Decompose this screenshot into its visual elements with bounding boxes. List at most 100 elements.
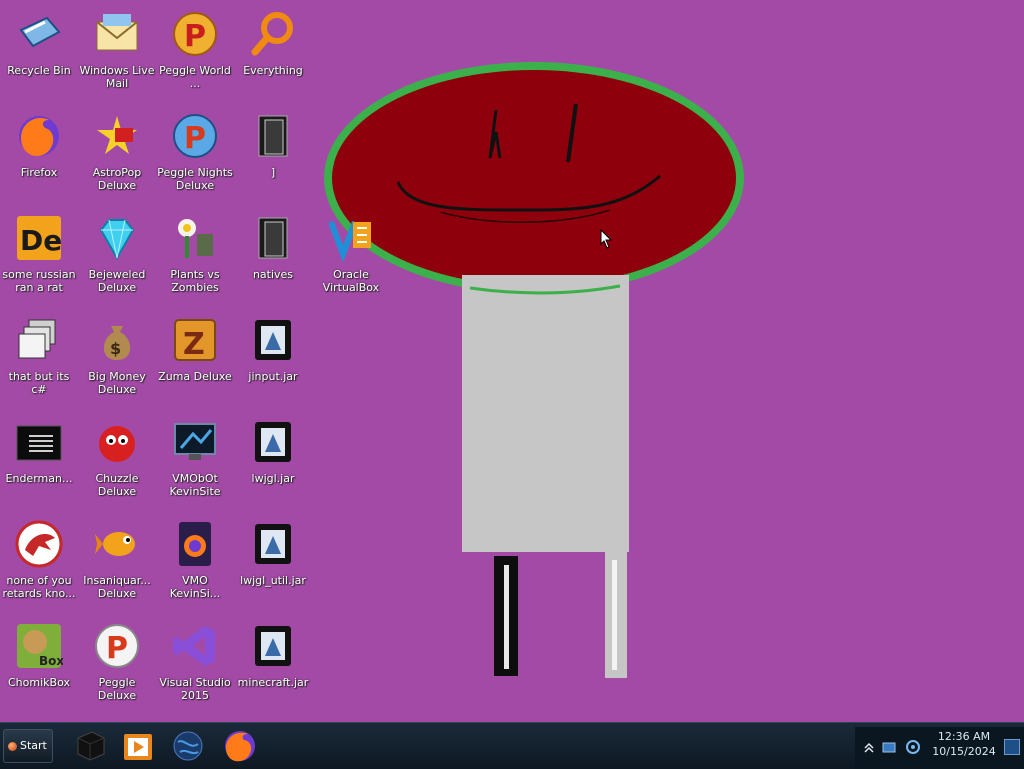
- network-icon[interactable]: [881, 739, 897, 755]
- desktop-icon-firefox[interactable]: Firefox: [0, 102, 78, 198]
- firefox-icon: [15, 112, 63, 160]
- icon-label: some russian ran a rat: [2, 268, 76, 294]
- taskbar-cube-app[interactable]: [72, 728, 108, 764]
- desktop-icon-plants-vs-zombies[interactable]: Plants vs Zombies: [156, 204, 234, 300]
- desktop-icon-recycle-bin[interactable]: Recycle Bin: [0, 0, 78, 96]
- desktop: Recycle Bin Firefox De some russian ran …: [0, 0, 1024, 722]
- astropop-icon: [93, 112, 141, 160]
- desktop-icon-natives[interactable]: natives: [234, 204, 312, 300]
- desktop-icon-minecraft-jar[interactable]: minecraft.jar: [234, 612, 312, 708]
- icon-label: Peggle World ...: [159, 64, 231, 90]
- icon-label: lwjgl_util.jar: [240, 574, 306, 587]
- icon-label: lwjgl.jar: [251, 472, 295, 485]
- fish-icon: [93, 520, 141, 568]
- peggle-icon: P: [93, 622, 141, 670]
- icon-label: Oracle VirtualBox: [322, 268, 380, 294]
- taskbar-media-player-app[interactable]: [120, 728, 156, 764]
- desktop-icon-chomikbox[interactable]: Box ChomikBox: [0, 612, 78, 708]
- peggle-nights-icon: P: [171, 112, 219, 160]
- icon-label: natives: [252, 268, 294, 281]
- svg-text:Box: Box: [39, 654, 63, 668]
- start-button[interactable]: Start: [3, 729, 53, 763]
- taskbar-globe-app[interactable]: [170, 728, 206, 764]
- icon-label: Firefox: [20, 166, 58, 179]
- icon-label: VMO KevinSi...: [169, 574, 221, 600]
- chevron-up-icon[interactable]: [861, 739, 877, 755]
- desktop-icon-vmobot-kevinsite[interactable]: VMObOt KevinSite: [156, 408, 234, 504]
- taskbar-clock[interactable]: 12:36 AM 10/15/2024: [924, 729, 1004, 759]
- chuzzle-icon: [93, 418, 141, 466]
- desktop-icon-zuma[interactable]: Z Zuma Deluxe: [156, 306, 234, 402]
- desktop-icon-bracket-folder[interactable]: ]: [234, 102, 312, 198]
- desktop-icon-windows-live-mail[interactable]: Windows Live Mail: [78, 0, 156, 96]
- start-orb-icon: [8, 741, 17, 751]
- desktop-icon-lwjgl-util-jar[interactable]: lwjgl_util.jar: [234, 510, 312, 606]
- taskbar-firefox-app[interactable]: [222, 728, 258, 764]
- windows-stack-icon: [15, 316, 63, 364]
- desktop-icon-peggle-deluxe[interactable]: P Peggle Deluxe: [78, 612, 156, 708]
- icon-label: AstroPop Deluxe: [92, 166, 142, 192]
- desktop-icon-everything[interactable]: Everything: [234, 0, 312, 96]
- jar-icon: [249, 622, 297, 670]
- desktop-icon-chuzzle[interactable]: Chuzzle Deluxe: [78, 408, 156, 504]
- media-player-icon: [124, 734, 152, 760]
- icon-label: ]: [270, 166, 276, 179]
- gem-icon: [93, 214, 141, 262]
- desktop-icon-russian-rat[interactable]: De some russian ran a rat: [0, 204, 78, 300]
- firefox-icon: [225, 731, 255, 762]
- icon-label: VMObOt KevinSite: [169, 472, 221, 498]
- firefox-file-icon: [171, 520, 219, 568]
- taskbar: Start 12:36 AM 10/15/2024: [0, 722, 1024, 769]
- svg-text:P: P: [106, 631, 128, 666]
- icon-label: Plants vs Zombies: [170, 268, 220, 294]
- chomikbox-icon: Box: [15, 622, 64, 670]
- plants-icon: [171, 214, 219, 262]
- desktop-icon-peggle-world[interactable]: P Peggle World ...: [156, 0, 234, 96]
- mouse-pointer: [600, 229, 613, 249]
- magnifier-icon: [249, 10, 297, 58]
- desktop-icon-vmo-kevinsite[interactable]: VMO KevinSi...: [156, 510, 234, 606]
- clock-time: 12:36 AM: [937, 730, 991, 743]
- update-icon[interactable]: [905, 739, 921, 755]
- icon-label: Bejeweled Deluxe: [88, 268, 146, 294]
- dragon-icon: [15, 520, 63, 568]
- jar-icon: [249, 418, 297, 466]
- desktop-icon-big-money[interactable]: $ Big Money Deluxe: [78, 306, 156, 402]
- desktop-icon-bejeweled[interactable]: Bejeweled Deluxe: [78, 204, 156, 300]
- icon-label: Peggle Nights Deluxe: [157, 166, 233, 192]
- svg-text:$: $: [110, 339, 121, 358]
- recycle-bin-icon: [15, 10, 63, 58]
- icon-label: Windows Live Mail: [79, 64, 155, 90]
- jar-icon: [249, 520, 297, 568]
- cube-icon: [77, 731, 105, 761]
- desktop-icon-oracle-virtualbox[interactable]: Oracle VirtualBox: [312, 204, 390, 300]
- desktop-icon-enderman[interactable]: Enderman...: [0, 408, 78, 504]
- clock-date: 10/15/2024: [932, 745, 996, 758]
- de-icon: De: [15, 214, 63, 262]
- icon-label: that but its c#: [8, 370, 70, 396]
- start-label: Start: [20, 739, 47, 752]
- terminal-icon: [15, 418, 63, 466]
- desktop-icon-astropop[interactable]: AstroPop Deluxe: [78, 102, 156, 198]
- svg-text:Z: Z: [183, 327, 205, 362]
- desktop-icon-insaniquarium[interactable]: Insaniquar... Deluxe: [78, 510, 156, 606]
- icon-label: jinput.jar: [248, 370, 298, 383]
- desktop-icon-visual-studio[interactable]: Visual Studio 2015: [156, 612, 234, 708]
- visual-studio-icon: [171, 622, 219, 670]
- desktop-icon-none-of-you[interactable]: none of you retards kno...: [0, 510, 78, 606]
- icon-label: Big Money Deluxe: [88, 370, 146, 396]
- svg-text:P: P: [184, 19, 206, 54]
- icon-label: Insaniquar... Deluxe: [83, 574, 151, 600]
- folder-icon: [249, 214, 297, 262]
- icon-label: minecraft.jar: [237, 676, 309, 689]
- folder-icon: [249, 112, 297, 160]
- desktop-icon-lwjgl-jar[interactable]: lwjgl.jar: [234, 408, 312, 504]
- svg-text:P: P: [184, 121, 206, 156]
- show-desktop-button[interactable]: [1004, 739, 1020, 755]
- icon-label: Zuma Deluxe: [158, 370, 232, 383]
- icon-label: Peggle Deluxe: [97, 676, 137, 702]
- desktop-icon-that-but-its-csharp[interactable]: that but its c#: [0, 306, 78, 402]
- icon-label: Everything: [243, 64, 303, 77]
- desktop-icon-peggle-nights[interactable]: P Peggle Nights Deluxe: [156, 102, 234, 198]
- desktop-icon-jinput-jar[interactable]: jinput.jar: [234, 306, 312, 402]
